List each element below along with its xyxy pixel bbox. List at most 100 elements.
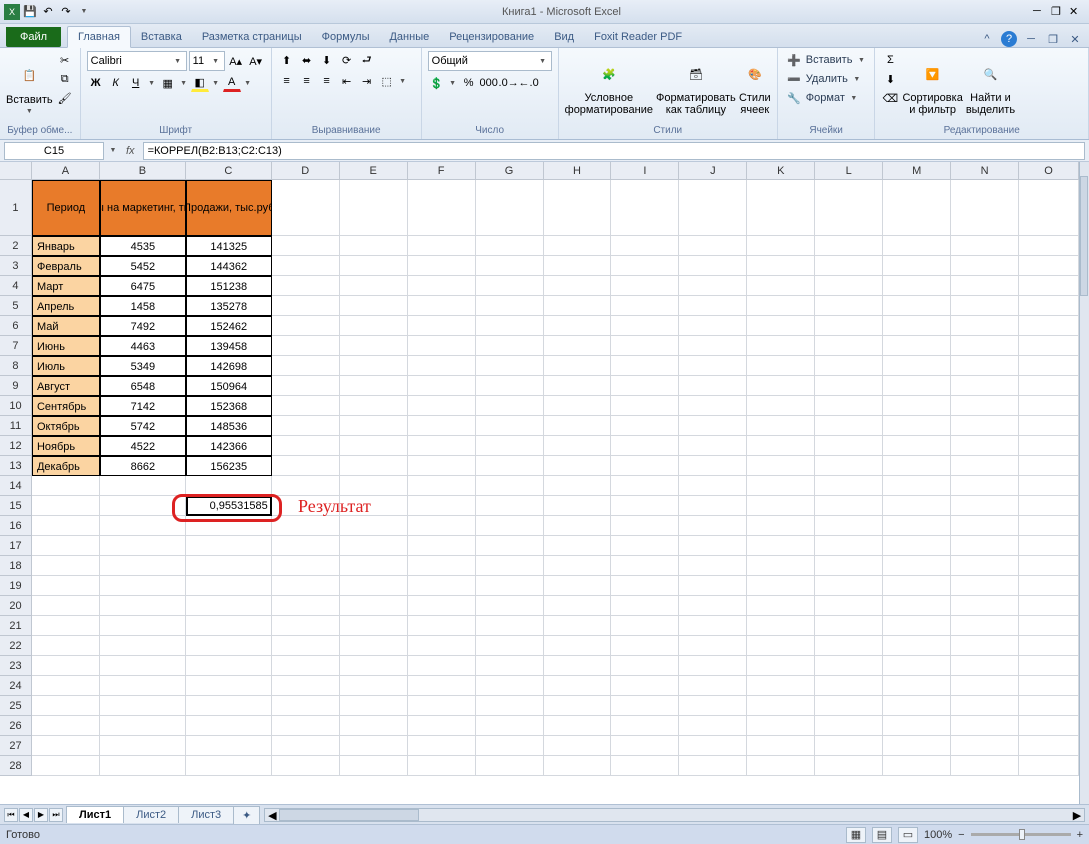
- cell[interactable]: [272, 236, 340, 256]
- cell[interactable]: [1019, 416, 1079, 436]
- cell[interactable]: [100, 476, 186, 496]
- shrink-font-icon[interactable]: A▾: [247, 52, 265, 70]
- cell[interactable]: 5349: [100, 356, 186, 376]
- cell[interactable]: [815, 556, 883, 576]
- cell[interactable]: [340, 276, 408, 296]
- underline-icon[interactable]: Ч: [127, 74, 145, 92]
- cell[interactable]: [1019, 180, 1079, 236]
- cell[interactable]: [815, 736, 883, 756]
- borders-dropdown-icon[interactable]: ▼: [179, 74, 189, 92]
- row-header[interactable]: 13: [0, 456, 32, 476]
- cell[interactable]: [32, 656, 100, 676]
- cell[interactable]: 5452: [100, 256, 186, 276]
- chevron-down-icon[interactable]: ▼: [211, 58, 221, 65]
- chevron-down-icon[interactable]: ▼: [856, 57, 866, 64]
- cell[interactable]: [815, 256, 883, 276]
- column-header[interactable]: C: [186, 162, 272, 180]
- cell[interactable]: [544, 296, 612, 316]
- minimize-icon[interactable]: ─: [1033, 5, 1047, 19]
- cell[interactable]: [951, 276, 1019, 296]
- sort-filter-icon[interactable]: 🔽: [917, 58, 949, 90]
- cell[interactable]: [272, 456, 340, 476]
- cell[interactable]: [408, 436, 476, 456]
- cell[interactable]: [679, 296, 747, 316]
- cell[interactable]: [32, 616, 100, 636]
- cell[interactable]: [1019, 276, 1079, 296]
- cell[interactable]: [747, 436, 815, 456]
- cell[interactable]: [408, 396, 476, 416]
- cell[interactable]: [32, 536, 100, 556]
- align-bottom-icon[interactable]: ⬇: [318, 51, 336, 69]
- cell[interactable]: [1019, 356, 1079, 376]
- merge-icon[interactable]: ⬚: [378, 72, 396, 90]
- tab-data[interactable]: Данные: [379, 27, 439, 47]
- cell[interactable]: [100, 676, 186, 696]
- row-header[interactable]: 12: [0, 436, 32, 456]
- row-header[interactable]: 23: [0, 656, 32, 676]
- cell[interactable]: [186, 536, 272, 556]
- sheet-nav-first-icon[interactable]: ⏮: [4, 808, 18, 822]
- cell[interactable]: [1019, 656, 1079, 676]
- fill-icon[interactable]: ⬇: [881, 70, 899, 88]
- cell[interactable]: [815, 476, 883, 496]
- cell[interactable]: [679, 180, 747, 236]
- cell[interactable]: [747, 636, 815, 656]
- cell[interactable]: [679, 756, 747, 776]
- cell[interactable]: [1019, 436, 1079, 456]
- cell[interactable]: [186, 596, 272, 616]
- worksheet[interactable]: ABCDEFGHIJKLMNO 1ПериодЗатраты на маркет…: [0, 162, 1089, 804]
- cell[interactable]: [340, 756, 408, 776]
- row-header[interactable]: 28: [0, 756, 32, 776]
- cell[interactable]: [951, 536, 1019, 556]
- row-header[interactable]: 3: [0, 256, 32, 276]
- autosum-icon[interactable]: Σ: [881, 51, 899, 69]
- cell[interactable]: [544, 756, 612, 776]
- cell[interactable]: [1019, 676, 1079, 696]
- cell[interactable]: [544, 376, 612, 396]
- cell[interactable]: [815, 356, 883, 376]
- cell[interactable]: [272, 616, 340, 636]
- cell[interactable]: [476, 656, 544, 676]
- cell[interactable]: [476, 436, 544, 456]
- cell[interactable]: [544, 736, 612, 756]
- cell[interactable]: Январь: [32, 236, 100, 256]
- cell[interactable]: [476, 696, 544, 716]
- tab-formulas[interactable]: Формулы: [312, 27, 380, 47]
- cell[interactable]: [747, 756, 815, 776]
- cell[interactable]: [100, 756, 186, 776]
- cell[interactable]: [951, 356, 1019, 376]
- format-as-table-icon[interactable]: 🗃: [680, 58, 712, 90]
- align-center-icon[interactable]: ≡: [298, 72, 316, 90]
- fx-icon[interactable]: fx: [118, 145, 143, 157]
- cell[interactable]: [883, 596, 951, 616]
- scrollbar-thumb[interactable]: [279, 809, 419, 821]
- cell[interactable]: [100, 536, 186, 556]
- cell[interactable]: [272, 416, 340, 436]
- sheet-nav-prev-icon[interactable]: ◀: [19, 808, 33, 822]
- cell[interactable]: [544, 276, 612, 296]
- cell[interactable]: [544, 396, 612, 416]
- cell[interactable]: [408, 356, 476, 376]
- cell[interactable]: [272, 356, 340, 376]
- decrease-decimal-icon[interactable]: ←.0: [520, 74, 538, 92]
- cell[interactable]: [340, 596, 408, 616]
- cell[interactable]: [100, 696, 186, 716]
- paste-icon[interactable]: 📋: [13, 60, 45, 92]
- cell[interactable]: [951, 376, 1019, 396]
- cell[interactable]: [476, 596, 544, 616]
- cell[interactable]: [272, 696, 340, 716]
- cell[interactable]: 141325: [186, 236, 272, 256]
- cell[interactable]: [747, 236, 815, 256]
- cell[interactable]: [1019, 516, 1079, 536]
- cell[interactable]: [1019, 256, 1079, 276]
- zoom-in-icon[interactable]: +: [1077, 829, 1083, 841]
- cell[interactable]: [747, 396, 815, 416]
- orientation-icon[interactable]: ⟳: [338, 51, 356, 69]
- cell[interactable]: [951, 236, 1019, 256]
- cell[interactable]: [408, 696, 476, 716]
- cell[interactable]: [100, 576, 186, 596]
- cell[interactable]: [476, 236, 544, 256]
- cell[interactable]: [186, 676, 272, 696]
- scroll-right-icon[interactable]: ▶: [1070, 809, 1084, 821]
- cell[interactable]: [476, 276, 544, 296]
